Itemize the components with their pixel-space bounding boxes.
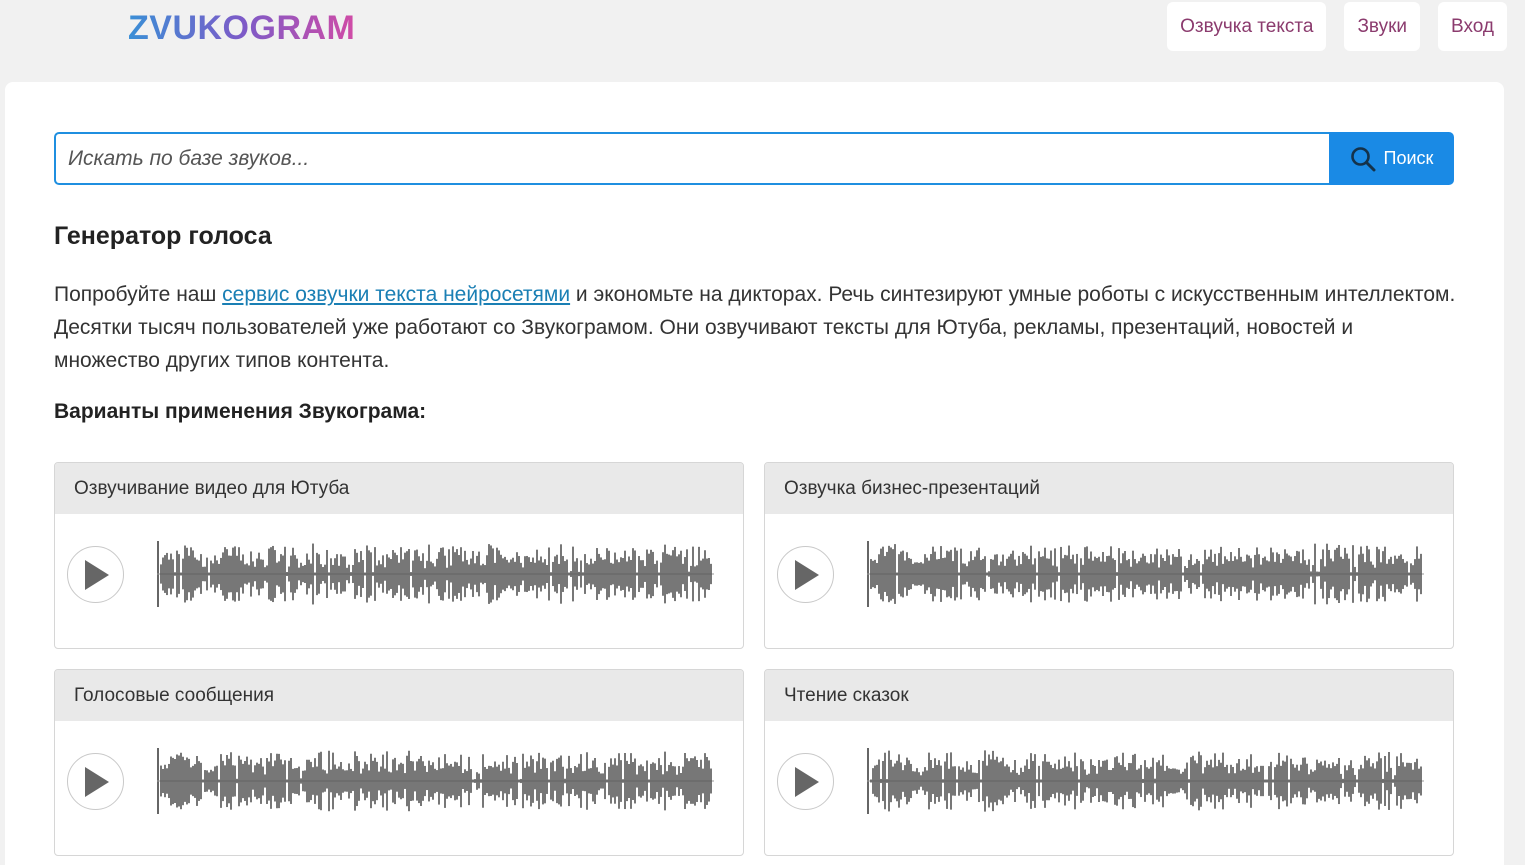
- play-button[interactable]: [777, 546, 834, 603]
- sample-title: Озвучивание видео для Ютуба: [55, 463, 743, 514]
- play-button[interactable]: [67, 753, 124, 810]
- page-title: Генератор голоса: [54, 222, 272, 250]
- logo[interactable]: ZVUKOGRAM: [10, 3, 355, 53]
- use-cases-title: Варианты применения Звукограма:: [54, 400, 427, 423]
- sample-card-youtube: Озвучивание видео для Ютуба: [54, 462, 744, 649]
- sample-title: Чтение сказок: [765, 670, 1453, 721]
- play-icon: [794, 559, 819, 590]
- nav-sounds[interactable]: Звуки: [1344, 2, 1421, 51]
- waveform-voice-messages[interactable]: [157, 748, 714, 814]
- play-button[interactable]: [67, 546, 124, 603]
- intro-text-before: Попробуйте наш: [54, 283, 223, 306]
- play-icon: [84, 559, 109, 590]
- search-input[interactable]: [54, 132, 1329, 185]
- intro-paragraph: Попробуйте наш сервис озвучки текста ней…: [54, 278, 1464, 377]
- search-form: Поиск: [54, 132, 1454, 185]
- waveform-business[interactable]: [867, 541, 1424, 607]
- waveform-youtube[interactable]: [157, 541, 714, 607]
- play-icon: [794, 766, 819, 797]
- sample-card-business: Озвучка бизнес-презентаций: [764, 462, 1454, 649]
- nav-text-to-speech[interactable]: Озвучка текста: [1167, 2, 1327, 51]
- search-icon: [1350, 146, 1376, 171]
- top-nav: Озвучка текста Звуки Вход: [1167, 2, 1507, 51]
- sample-card-voice-messages: Голосовые сообщения: [54, 669, 744, 856]
- sample-title: Голосовые сообщения: [55, 670, 743, 721]
- waveform-logo-icon: [11, 5, 121, 51]
- search-button-label: Поиск: [1383, 148, 1434, 168]
- logo-text: ZVUKOGRAM: [128, 9, 356, 47]
- waveform-fairy-tales[interactable]: [867, 748, 1424, 814]
- nav-login[interactable]: Вход: [1438, 2, 1507, 51]
- search-button[interactable]: Поиск: [1329, 132, 1454, 185]
- site-header: ZVUKOGRAM Озвучка текста Звуки Вход: [0, 0, 1525, 60]
- sample-card-fairy-tales: Чтение сказок: [764, 669, 1454, 856]
- play-icon: [84, 766, 109, 797]
- play-button[interactable]: [777, 753, 834, 810]
- main-card: Поиск Генератор голоса Попробуйте наш се…: [5, 82, 1504, 865]
- tts-service-link[interactable]: сервис озвучки текста нейросетями: [222, 283, 570, 306]
- sample-title: Озвучка бизнес-презентаций: [765, 463, 1453, 514]
